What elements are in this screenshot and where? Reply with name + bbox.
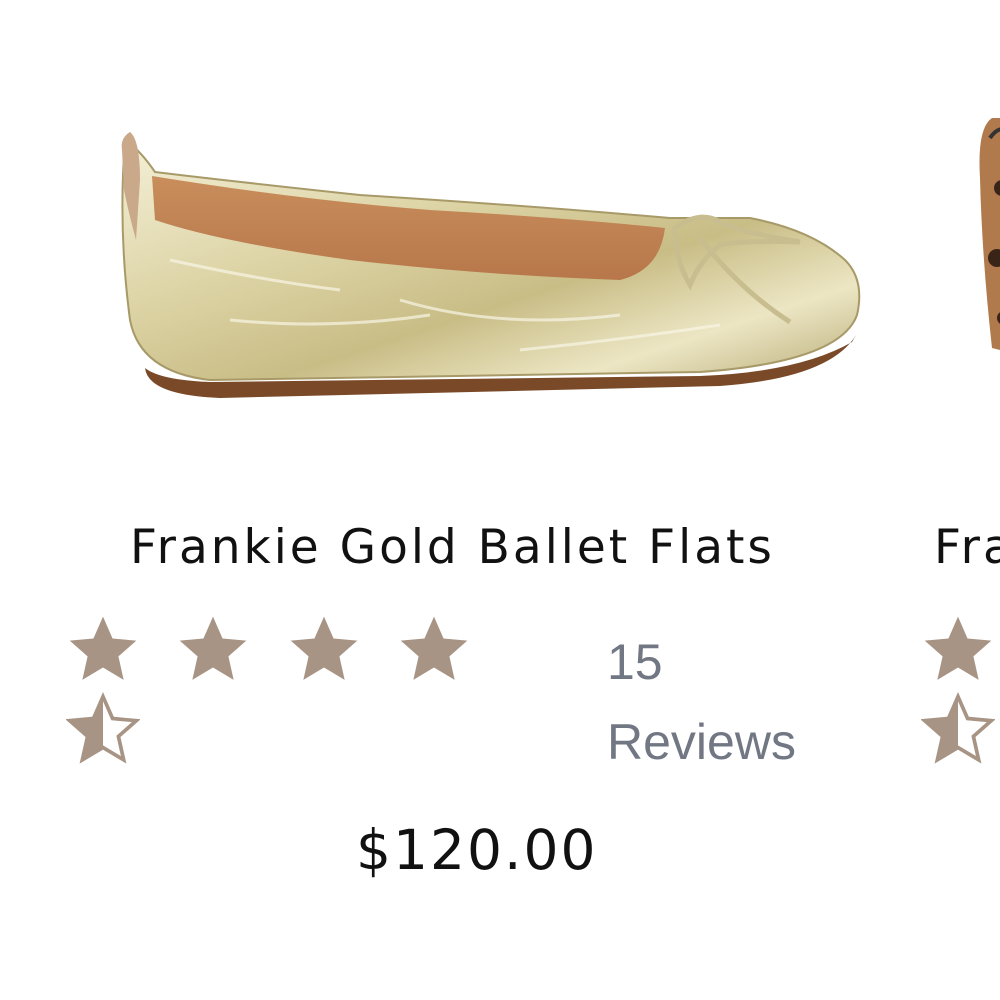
product-title[interactable]: Frankie Gold Ballet Flats xyxy=(130,520,775,575)
next-product-title[interactable]: Fra xyxy=(934,520,1000,575)
star-full-icon xyxy=(290,616,358,680)
review-count-number: 15 xyxy=(607,634,663,690)
next-product-card[interactable]: Fra xyxy=(920,0,1000,1000)
product-carousel: Frankie Gold Ballet Flats 15 Reviews $12… xyxy=(0,0,1000,1000)
star-rating xyxy=(66,612,486,772)
review-count-link[interactable]: 15 Reviews xyxy=(607,622,796,782)
star-half-icon xyxy=(921,692,995,764)
star-full-icon xyxy=(924,616,992,680)
next-product-image[interactable] xyxy=(972,118,1000,388)
star-full-icon xyxy=(179,616,247,680)
star-half-icon xyxy=(66,692,140,764)
review-count-label: Reviews xyxy=(607,714,796,770)
product-image[interactable] xyxy=(100,110,870,420)
star-full-icon xyxy=(400,616,468,680)
star-full-icon xyxy=(69,616,137,680)
product-card[interactable]: Frankie Gold Ballet Flats 15 Reviews $12… xyxy=(0,0,900,1000)
product-price: $120.00 xyxy=(356,818,598,882)
